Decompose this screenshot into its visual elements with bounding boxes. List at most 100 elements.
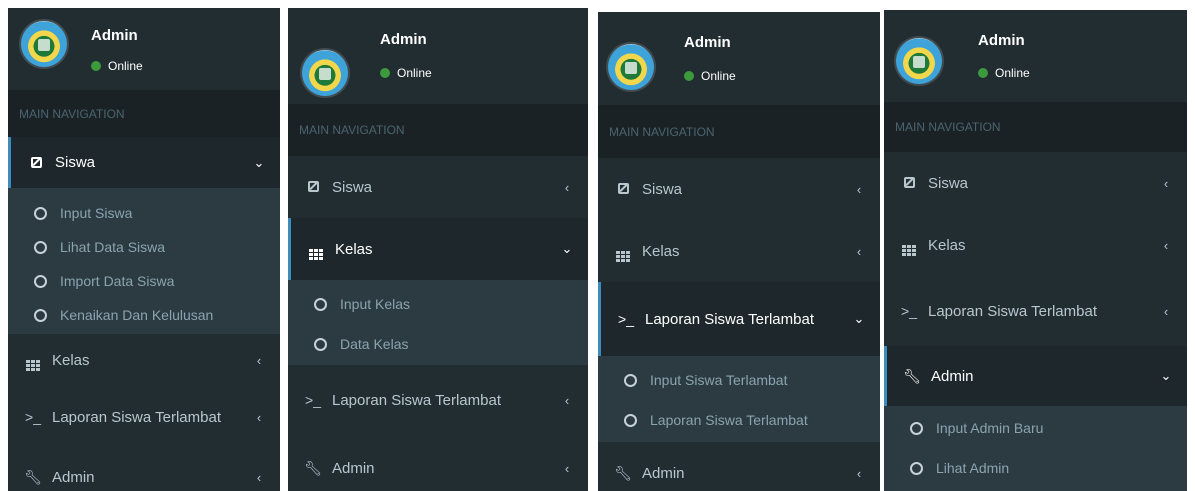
nav-item-siswa[interactable]: Siswa ⌄ bbox=[8, 137, 280, 188]
nav-item-admin[interactable]: 🔧︎ Admin ⌄ bbox=[884, 346, 1187, 406]
submenu-item-label: Lihat Admin bbox=[936, 460, 1010, 476]
chevron-down-icon: ⌄ bbox=[561, 241, 573, 256]
nav-item-label: Laporan Siswa Terlambat bbox=[332, 391, 501, 409]
submenu-item[interactable]: Lihat Data Siswa bbox=[8, 230, 280, 264]
submenu-admin: Input Admin Baru Lihat Admin bbox=[884, 406, 1187, 491]
submenu-item[interactable]: Import Data Siswa bbox=[8, 264, 280, 298]
nav-item-label: Laporan Siswa Terlambat bbox=[928, 302, 1097, 320]
submenu-kelas: Input Kelas Data Kelas bbox=[288, 280, 588, 365]
nav-item-siswa[interactable]: Siswa ‹ bbox=[598, 158, 880, 220]
grid-icon bbox=[614, 241, 632, 262]
nav-item-label: Kelas bbox=[642, 242, 680, 260]
nav-item-label: Kelas bbox=[335, 240, 373, 258]
submenu-item[interactable]: Data Kelas bbox=[288, 324, 588, 364]
terminal-icon: >_ bbox=[618, 311, 634, 327]
nav-item-label: Laporan Siswa Terlambat bbox=[645, 310, 814, 328]
terminal-icon: >_ bbox=[25, 409, 41, 425]
nav-item-siswa[interactable]: Siswa ‹ bbox=[884, 152, 1187, 214]
submenu-item-label: Laporan Siswa Terlambat bbox=[650, 412, 808, 428]
user-status: Online bbox=[380, 66, 432, 80]
sidebar-panel-1: Admin Online MAIN NAVIGATION Siswa ⌄ Inp… bbox=[8, 8, 280, 491]
status-text: Online bbox=[701, 69, 736, 83]
edit-icon bbox=[900, 175, 918, 191]
nav-header: MAIN NAVIGATION bbox=[598, 105, 880, 158]
submenu-siswa: Input Siswa Lihat Data Siswa Import Data… bbox=[8, 188, 280, 334]
nav-item-label: Admin bbox=[52, 468, 95, 486]
submenu-item-label: Kenaikan Dan Kelulusan bbox=[60, 307, 214, 323]
nav-item-label: Kelas bbox=[52, 351, 90, 369]
circle-icon bbox=[314, 337, 327, 351]
nav-item-label: Siswa bbox=[332, 178, 373, 196]
circle-icon bbox=[314, 297, 327, 311]
submenu-item[interactable]: Laporan Siswa Terlambat bbox=[598, 400, 880, 440]
circle-icon bbox=[34, 308, 47, 322]
online-dot-icon bbox=[91, 61, 101, 71]
chevron-down-icon: ⌄ bbox=[1160, 368, 1172, 383]
avatar bbox=[21, 21, 67, 67]
terminal-icon: >_ bbox=[305, 392, 321, 408]
submenu-item-label: Lihat Data Siswa bbox=[60, 239, 166, 255]
submenu-item[interactable]: Input Siswa bbox=[8, 196, 280, 230]
nav-header: MAIN NAVIGATION bbox=[884, 102, 1187, 152]
edit-icon bbox=[304, 179, 322, 195]
user-name: Admin bbox=[684, 34, 731, 51]
nav-item-laporan[interactable]: >_ Laporan Siswa Terlambat ‹ bbox=[884, 276, 1187, 346]
submenu-item-label: Data Kelas bbox=[340, 336, 409, 352]
user-status: Online bbox=[978, 66, 1030, 80]
submenu-item[interactable]: Input Kelas bbox=[288, 284, 588, 324]
nav-header: MAIN NAVIGATION bbox=[288, 104, 588, 156]
nav-item-label: Laporan Siswa Terlambat bbox=[52, 408, 221, 426]
status-text: Online bbox=[397, 66, 432, 80]
user-status: Online bbox=[684, 69, 736, 83]
submenu-item[interactable]: Lihat Admin bbox=[884, 448, 1187, 488]
wrench-icon: 🔧︎ bbox=[903, 367, 921, 384]
nav-item-label: Admin bbox=[332, 459, 375, 477]
nav-item-kelas[interactable]: Kelas ‹ bbox=[884, 214, 1187, 276]
sidebar-panel-3: Admin Online MAIN NAVIGATION Siswa ‹ Kel… bbox=[598, 12, 880, 491]
submenu-item-label: Input Siswa bbox=[60, 205, 133, 221]
chevron-left-icon: ‹ bbox=[564, 392, 570, 408]
submenu-item-label: Import Data Siswa bbox=[60, 273, 175, 289]
chevron-left-icon: ‹ bbox=[256, 469, 262, 485]
nav-item-admin[interactable]: 🔧︎ Admin ‹ bbox=[288, 437, 588, 491]
submenu-item[interactable]: Input Admin Baru bbox=[884, 408, 1187, 448]
circle-icon bbox=[34, 240, 47, 254]
chevron-left-icon: ‹ bbox=[1163, 237, 1169, 253]
nav-item-kelas[interactable]: Kelas ⌄ bbox=[288, 218, 588, 280]
nav-item-admin[interactable]: 🔧︎ Admin ‹ bbox=[598, 442, 880, 491]
circle-icon bbox=[910, 461, 923, 475]
sidebar-panel-4: Admin Online MAIN NAVIGATION Siswa ‹ Kel… bbox=[884, 10, 1187, 491]
submenu-laporan: Input Siswa Terlambat Laporan Siswa Terl… bbox=[598, 356, 880, 442]
online-dot-icon bbox=[978, 68, 988, 78]
chevron-left-icon: ‹ bbox=[256, 352, 262, 368]
chevron-left-icon: ‹ bbox=[1163, 175, 1169, 191]
nav-item-admin[interactable]: 🔧︎ Admin ‹ bbox=[8, 451, 280, 491]
submenu-item[interactable]: Input Siswa Terlambat bbox=[598, 360, 880, 400]
submenu-item-label: Input Admin Baru bbox=[936, 420, 1044, 436]
nav-item-laporan[interactable]: >_ Laporan Siswa Terlambat ⌄ bbox=[598, 282, 880, 356]
nav-item-siswa[interactable]: Siswa ‹ bbox=[288, 156, 588, 218]
sidebar-panel-2: Admin Online MAIN NAVIGATION Siswa ‹ Kel… bbox=[288, 8, 588, 491]
nav-item-kelas[interactable]: Kelas ‹ bbox=[598, 220, 880, 282]
avatar bbox=[608, 44, 654, 90]
nav-item-kelas[interactable]: Kelas ‹ bbox=[8, 334, 280, 386]
chevron-down-icon: ⌄ bbox=[253, 154, 265, 170]
chevron-left-icon: ‹ bbox=[256, 409, 262, 425]
nav-item-label: Admin bbox=[931, 367, 974, 385]
chevron-left-icon: ‹ bbox=[856, 465, 862, 481]
nav-item-laporan[interactable]: >_ Laporan Siswa Terlambat ‹ bbox=[288, 365, 588, 435]
edit-icon bbox=[614, 181, 632, 197]
nav-item-label: Siswa bbox=[642, 180, 683, 198]
nav-item-laporan[interactable]: >_ Laporan Siswa Terlambat ‹ bbox=[8, 391, 280, 443]
nav-item-label: Siswa bbox=[55, 154, 96, 171]
online-dot-icon bbox=[380, 68, 390, 78]
chevron-left-icon: ‹ bbox=[1163, 303, 1169, 319]
nav-item-label: Kelas bbox=[928, 236, 966, 254]
chevron-left-icon: ‹ bbox=[856, 243, 862, 259]
wrench-icon: 🔧︎ bbox=[614, 464, 632, 481]
status-text: Online bbox=[995, 66, 1030, 80]
submenu-item[interactable]: Kenaikan Dan Kelulusan bbox=[8, 298, 280, 332]
circle-icon bbox=[910, 421, 923, 435]
nav-item-label: Siswa bbox=[928, 174, 969, 192]
avatar bbox=[302, 50, 348, 96]
